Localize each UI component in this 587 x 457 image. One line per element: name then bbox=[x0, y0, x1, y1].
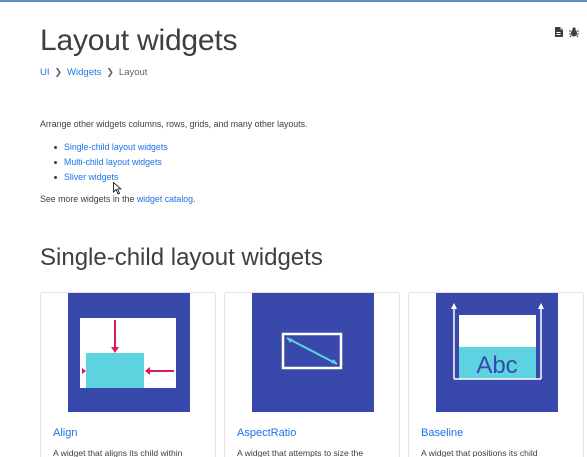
link-single-child[interactable]: Single-child layout widgets bbox=[54, 140, 168, 155]
align-illustration bbox=[68, 293, 190, 412]
mouse-cursor-icon bbox=[113, 181, 123, 200]
top-border bbox=[0, 0, 587, 2]
card-title[interactable]: AspectRatio bbox=[237, 427, 296, 439]
more-suffix: . bbox=[193, 194, 196, 204]
link-multi-child[interactable]: Multi-child layout widgets bbox=[54, 155, 168, 170]
section-title: Single-child layout widgets bbox=[40, 244, 323, 271]
link-sliver[interactable]: Sliver widgets bbox=[54, 170, 168, 185]
more-prefix: See more widgets in the bbox=[40, 194, 137, 204]
card-description: A widget that aligns its child within bbox=[53, 448, 183, 457]
breadcrumb-ui[interactable]: UI bbox=[40, 67, 50, 78]
card-description: A widget that positions its child bbox=[421, 448, 538, 457]
page-title: Layout widgets bbox=[40, 24, 238, 57]
chevron-right-icon: ❯ bbox=[54, 67, 63, 77]
card-aspectratio[interactable]: AspectRatio A widget that attempts to si… bbox=[224, 292, 400, 457]
aspectratio-illustration bbox=[252, 293, 374, 412]
breadcrumb-widgets[interactable]: Widgets bbox=[67, 67, 101, 78]
card-baseline[interactable]: Abc Baseline A widget that positions its… bbox=[408, 292, 584, 457]
bug-icon[interactable] bbox=[569, 27, 579, 37]
baseline-illustration: Abc bbox=[436, 293, 558, 412]
document-icon[interactable] bbox=[554, 27, 563, 37]
page-actions bbox=[554, 27, 579, 37]
section-links: Single-child layout widgets Multi-child … bbox=[54, 140, 168, 185]
widget-catalog-link[interactable]: widget catalog bbox=[137, 194, 193, 204]
card-title[interactable]: Align bbox=[53, 427, 77, 439]
card-description: A widget that attempts to size the bbox=[237, 448, 364, 457]
intro-text: Arrange other widgets columns, rows, gri… bbox=[40, 119, 308, 129]
card-align[interactable]: Align A widget that aligns its child wit… bbox=[40, 292, 216, 457]
breadcrumb: UI ❯ Widgets ❯ Layout bbox=[40, 67, 147, 78]
breadcrumb-current: Layout bbox=[118, 67, 148, 78]
chevron-right-icon: ❯ bbox=[106, 67, 114, 77]
baseline-sample-text: Abc bbox=[476, 352, 517, 379]
card-title[interactable]: Baseline bbox=[421, 427, 463, 439]
